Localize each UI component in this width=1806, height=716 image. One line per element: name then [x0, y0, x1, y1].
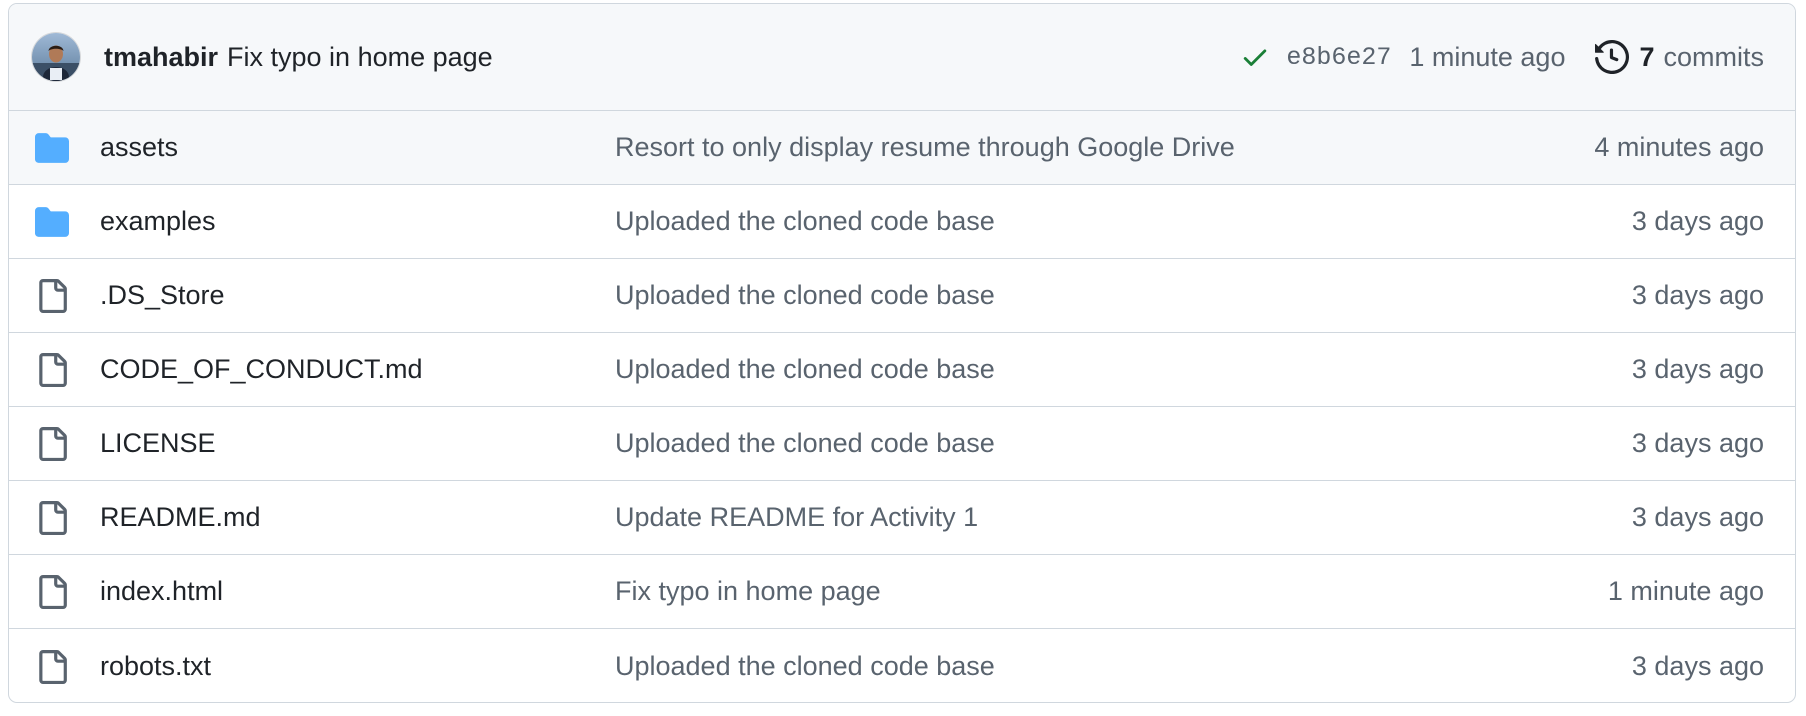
file-commit-age: 3 days ago	[1631, 206, 1764, 236]
folder-icon	[35, 131, 69, 165]
file-row[interactable]: .DS_Store Uploaded the cloned code base 3 …	[9, 259, 1795, 333]
file-icon	[35, 278, 69, 313]
commits-history-link[interactable]: 7 commits	[1595, 40, 1764, 74]
file-row[interactable]: CODE_OF_CONDUCT.md Uploaded the cloned co…	[9, 333, 1795, 407]
author-avatar[interactable]	[32, 33, 80, 81]
file-icon	[35, 352, 69, 387]
file-commit-age: 3 days ago	[1631, 280, 1764, 310]
commit-sha-link[interactable]: e8b6e27	[1286, 43, 1391, 72]
file-name-link[interactable]: LICENSE	[100, 428, 615, 459]
commit-author[interactable]: tmahabir	[104, 42, 218, 73]
file-name-link[interactable]: assets	[100, 132, 615, 163]
file-commit-message-link[interactable]: Uploaded the cloned code base	[615, 280, 1632, 311]
file-icon	[35, 649, 69, 684]
file-commit-message-link[interactable]: Uploaded the cloned code base	[615, 428, 1632, 459]
file-name-link[interactable]: CODE_OF_CONDUCT.md	[100, 354, 615, 385]
folder-icon	[35, 205, 69, 239]
file-browser: tmahabir Fix typo in home page e8b6e27 1…	[8, 3, 1796, 703]
file-commit-message-link[interactable]: Uploaded the cloned code base	[615, 206, 1632, 237]
file-icon	[35, 500, 69, 535]
file-name-link[interactable]: index.html	[100, 576, 615, 607]
file-name-link[interactable]: README.md	[100, 502, 615, 533]
file-name-link[interactable]: robots.txt	[100, 651, 615, 682]
file-row[interactable]: README.md Update README for Activity 13 d…	[9, 481, 1795, 555]
latest-commit-message[interactable]: Fix typo in home page	[227, 42, 493, 73]
file-commit-message-link[interactable]: Uploaded the cloned code base	[615, 354, 1632, 385]
latest-commit-bar: tmahabir Fix typo in home page e8b6e27 1…	[9, 4, 1795, 111]
file-icon	[35, 426, 69, 461]
file-name-link[interactable]: .DS_Store	[100, 280, 615, 311]
file-row[interactable]: assets Resort to only display resume thro…	[9, 111, 1795, 185]
file-row[interactable]: examples Uploaded the cloned code base 3 d…	[9, 185, 1795, 259]
commits-label: commits	[1663, 41, 1765, 72]
file-commit-message-link[interactable]: Uploaded the cloned code base	[615, 651, 1632, 682]
file-row[interactable]: LICENSE Uploaded the cloned code base 3 da…	[9, 407, 1795, 481]
commits-count: 7	[1639, 41, 1655, 72]
file-row[interactable]: robots.txt Uploaded the cloned code base 3…	[9, 629, 1795, 702]
file-commit-age: 1 minute ago	[1607, 576, 1764, 606]
file-row[interactable]: index.html Fix typo in home page 1 minute …	[9, 555, 1795, 629]
file-icon	[35, 574, 69, 609]
file-list: assets Resort to only display resume thro…	[9, 111, 1795, 702]
file-commit-message-link[interactable]: Resort to only display resume through Go…	[615, 132, 1594, 163]
file-commit-age: 3 days ago	[1631, 651, 1764, 681]
history-icon	[1595, 40, 1630, 74]
file-commit-age: 4 minutes ago	[1594, 132, 1764, 162]
latest-commit-time: 1 minute ago	[1409, 41, 1566, 72]
file-commit-message-link[interactable]: Fix typo in home page	[615, 576, 1608, 607]
file-name-link[interactable]: examples	[100, 206, 615, 237]
check-icon[interactable]	[1240, 42, 1270, 72]
file-commit-age: 3 days ago	[1631, 502, 1764, 532]
file-commit-age: 3 days ago	[1631, 354, 1764, 384]
file-commit-message-link[interactable]: Update README for Activity 1	[615, 502, 1632, 533]
file-commit-age: 3 days ago	[1631, 428, 1764, 458]
